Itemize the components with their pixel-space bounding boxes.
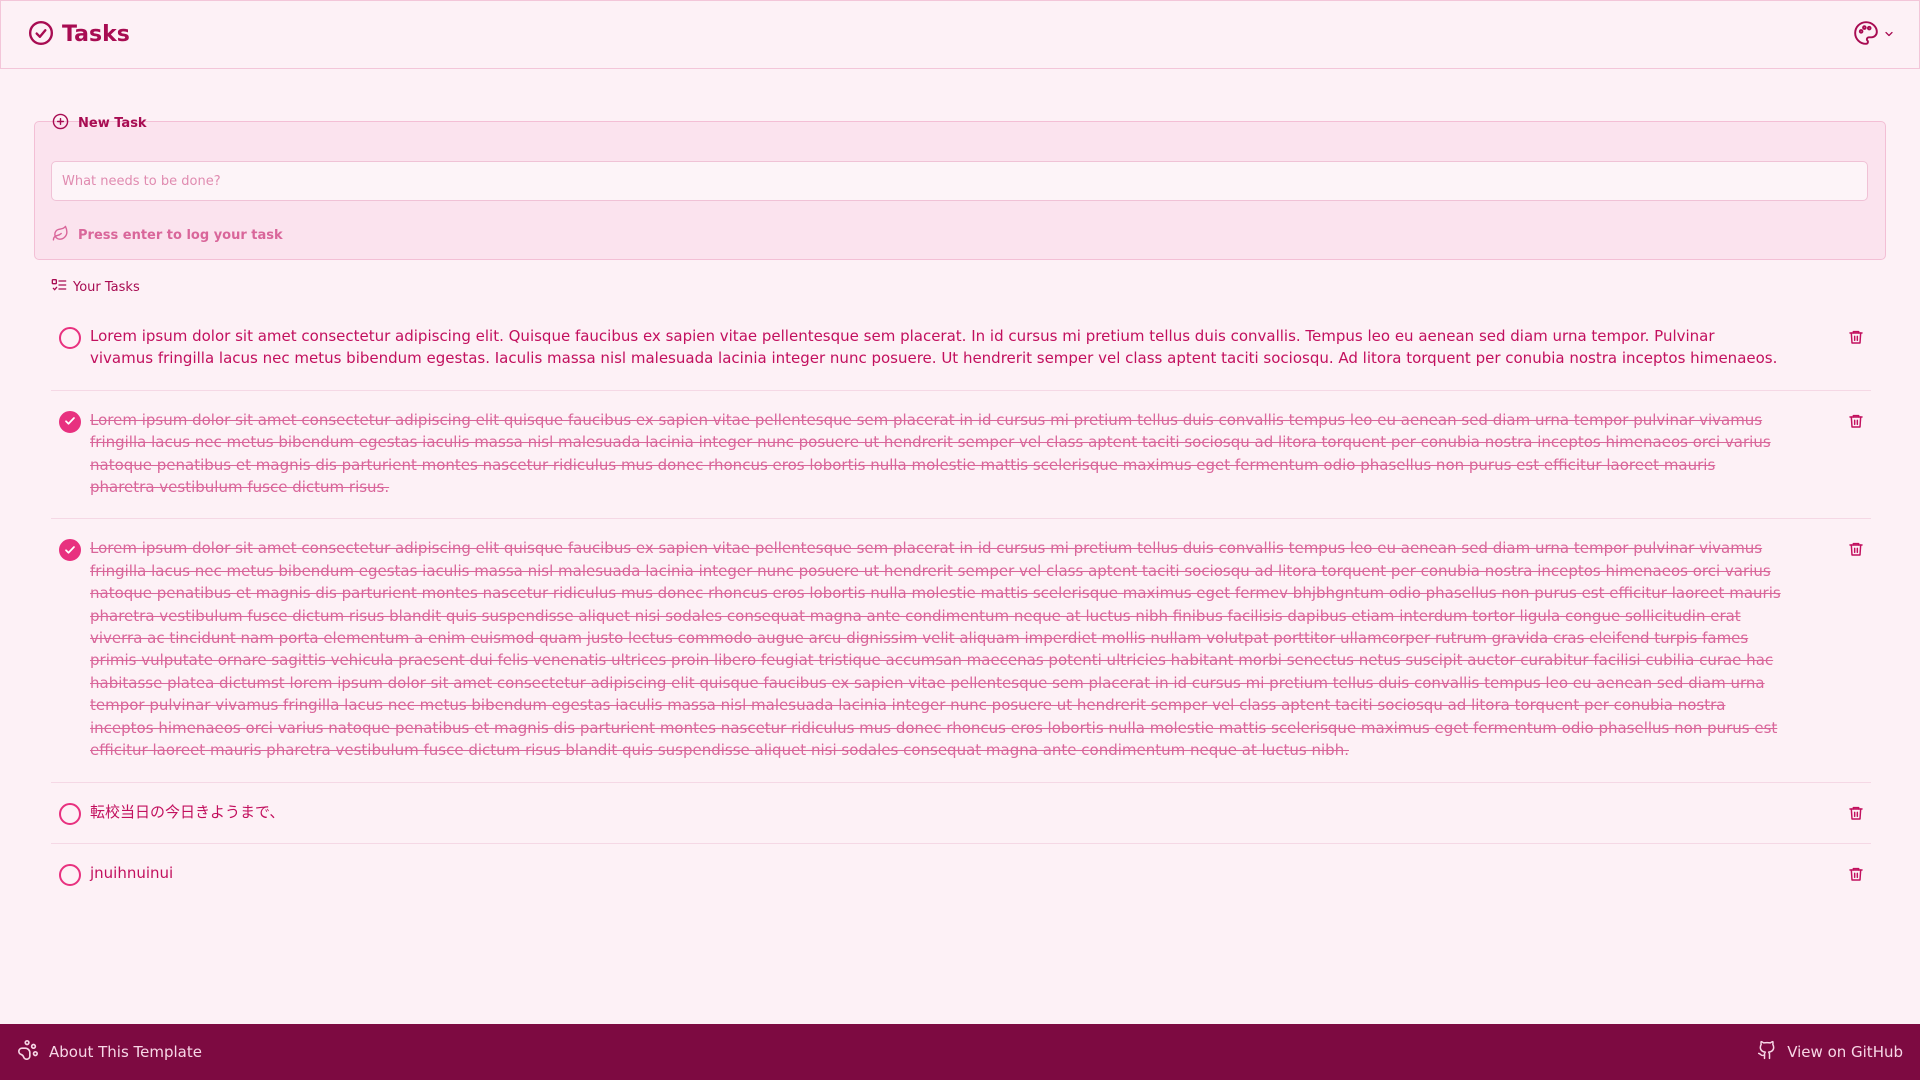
delete-task-button[interactable] <box>1841 803 1871 827</box>
task-text: Lorem ipsum dolor sit amet consectetur a… <box>90 539 1781 760</box>
about-template-label: About This Template <box>49 1043 202 1061</box>
task-item: jnuihnuinui <box>51 844 1871 904</box>
delete-task-button[interactable] <box>1841 539 1871 563</box>
github-label: View on GitHub <box>1787 1043 1903 1061</box>
page-title: Tasks <box>62 22 130 47</box>
new-task-input[interactable] <box>51 161 1868 201</box>
task-checkbox[interactable] <box>59 327 81 349</box>
leaf-icon <box>52 225 69 246</box>
top-navbar: Tasks <box>0 0 1920 69</box>
task-text: 転校当日の今日きようまで、 <box>90 802 285 821</box>
task-checkbox[interactable] <box>59 863 81 886</box>
list-check-icon <box>51 277 67 297</box>
task-text: Lorem ipsum dolor sit amet consectetur a… <box>90 410 1771 497</box>
tasks-section-label: Your Tasks <box>51 277 140 297</box>
check-circle-icon <box>28 20 54 50</box>
paw-icon <box>17 1039 39 1065</box>
github-icon <box>1757 1040 1777 1064</box>
about-template-link[interactable]: About This Template <box>17 1039 202 1065</box>
new-task-label-text: New Task <box>78 116 147 131</box>
trash-icon <box>1848 540 1864 562</box>
task-text: jnuihnuinui <box>90 863 174 882</box>
trash-icon <box>1848 412 1864 434</box>
task-item: 転校当日の今日きようまで、 <box>51 783 1871 844</box>
trash-icon <box>1848 804 1864 826</box>
task-checkbox[interactable] <box>59 802 81 825</box>
checkmark-icon <box>64 541 76 560</box>
delete-task-button[interactable] <box>1841 864 1871 888</box>
trash-icon <box>1848 328 1864 350</box>
palette-icon <box>1853 20 1879 50</box>
input-hint-text: Press enter to log your task <box>78 228 283 243</box>
github-link[interactable]: View on GitHub <box>1757 1040 1903 1064</box>
chevron-down-icon <box>1883 25 1895 44</box>
task-text: Lorem ipsum dolor sit amet consectetur a… <box>90 327 1778 368</box>
delete-task-button[interactable] <box>1841 411 1871 435</box>
task-item: Lorem ipsum dolor sit amet consectetur a… <box>51 307 1871 391</box>
task-checkbox[interactable] <box>59 410 81 433</box>
checkmark-icon <box>64 412 76 431</box>
footer: About This Template View on GitHub <box>0 1024 1920 1080</box>
task-checkbox[interactable] <box>59 539 81 562</box>
task-item: Lorem ipsum dolor sit amet consectetur a… <box>51 519 1871 783</box>
tasks-section-label-text: Your Tasks <box>73 279 140 295</box>
brand: Tasks <box>28 20 130 50</box>
theme-switcher-button[interactable] <box>1849 16 1899 54</box>
task-list: Lorem ipsum dolor sit amet consectetur a… <box>51 307 1871 904</box>
delete-task-button[interactable] <box>1841 327 1871 351</box>
trash-icon <box>1848 865 1864 887</box>
task-item: Lorem ipsum dolor sit amet consectetur a… <box>51 391 1871 520</box>
input-hint: Press enter to log your task <box>52 225 283 246</box>
new-task-label: New Task <box>52 113 147 134</box>
plus-circle-icon <box>52 113 69 134</box>
